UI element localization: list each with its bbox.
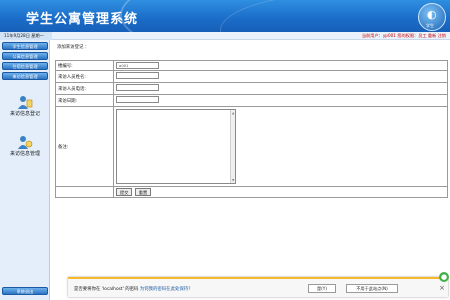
- save-password-never-button[interactable]: 不用于此站点(N): [346, 284, 398, 293]
- quick-link-visitor-manage[interactable]: 来访信息管理: [3, 134, 47, 157]
- close-icon[interactable]: ×: [439, 284, 445, 292]
- manage-icon: [18, 136, 33, 149]
- notification-message-link[interactable]: 为何我的密码在此处保持?: [138, 287, 191, 292]
- submit-button[interactable]: 提交: [116, 188, 133, 196]
- remark-textarea[interactable]: [116, 109, 236, 184]
- quick-link-label: 来访信息登记: [9, 111, 40, 117]
- field-label: 来访人员电话:: [55, 82, 114, 95]
- form-row: 备注:: [55, 106, 448, 187]
- status-indicator-icon: ●: [439, 272, 449, 282]
- field-label: 楼编号:: [55, 60, 114, 71]
- field-cell: [113, 106, 448, 187]
- form-row: 来访日期:: [55, 94, 448, 107]
- notification-message: 是否要将你在 'localhost' 的密码 为何我的密码在此处保持?: [74, 286, 190, 292]
- sidebar-item-student-info[interactable]: 学生信息管理: [2, 42, 48, 50]
- sidebar-item-visitor-info[interactable]: 来访信息管理: [2, 72, 48, 80]
- empty-cell: [55, 186, 114, 198]
- notification-message-prefix: 是否要将你在 'localhost' 的密码: [74, 287, 139, 292]
- password-save-notification: 是否要将你在 'localhost' 的密码 为何我的密码在此处保持? 是(Y)…: [68, 277, 448, 297]
- field-label: 备注:: [55, 106, 114, 187]
- form-row: 楼编号: a001: [55, 60, 448, 71]
- field-label: 来访人员姓名:: [55, 70, 114, 83]
- app-header: 学生公寓管理系统 ◐ 学生: [0, 0, 450, 32]
- textarea-scrollbar[interactable]: [230, 110, 235, 183]
- register-icon: [18, 96, 33, 109]
- reset-button[interactable]: 重置: [134, 188, 152, 196]
- sidebar-item-apartment-info[interactable]: 公寓信息管理: [2, 52, 48, 60]
- field-cell: a001: [113, 60, 448, 71]
- save-password-yes-button[interactable]: 是(Y): [308, 284, 336, 293]
- breadcrumb: 添加来访登记 ：: [57, 45, 90, 50]
- field-cell: [113, 82, 448, 95]
- date-display: 11年9月28日 星期一: [0, 32, 52, 40]
- form-row: 来访人员姓名:: [55, 70, 448, 83]
- logo-icon: ◐ 学生: [418, 3, 446, 31]
- form-row: 提交 重置: [55, 186, 448, 198]
- logout-button[interactable]: 系统退出: [2, 287, 48, 295]
- visitor-phone-field[interactable]: [116, 84, 159, 91]
- field-cell: [113, 70, 448, 83]
- sidebar-item-lodging-info[interactable]: 住宿信息管理: [2, 62, 48, 70]
- header-decoration-inner: [220, 0, 450, 32]
- current-user-info[interactable]: 当前用户：yp001 您的权限：员工 重新 注销: [362, 32, 446, 40]
- field-label: 来访日期:: [55, 94, 114, 107]
- logo-text: 学生: [426, 23, 434, 28]
- field-cell: [113, 94, 448, 107]
- logo-symbol: ◐: [427, 8, 437, 21]
- building-number-field[interactable]: a001: [116, 62, 159, 69]
- sidebar: 学生信息管理 公寓信息管理 住宿信息管理 来访信息管理 来访信息登记 来访信息管…: [0, 40, 50, 300]
- visitor-name-field[interactable]: [116, 72, 159, 79]
- quick-link-label: 来访信息管理: [9, 151, 40, 157]
- button-cell: 提交 重置: [113, 186, 448, 198]
- form-row: 来访人员电话:: [55, 82, 448, 95]
- quick-link-visitor-register[interactable]: 来访信息登记: [3, 94, 47, 117]
- visitor-form: 楼编号: a001 来访人员姓名: 来访人员电话: 来访日期: 备注: 提交 重…: [55, 60, 448, 198]
- app-title: 学生公寓管理系统: [26, 12, 139, 27]
- visit-date-field[interactable]: [116, 96, 159, 103]
